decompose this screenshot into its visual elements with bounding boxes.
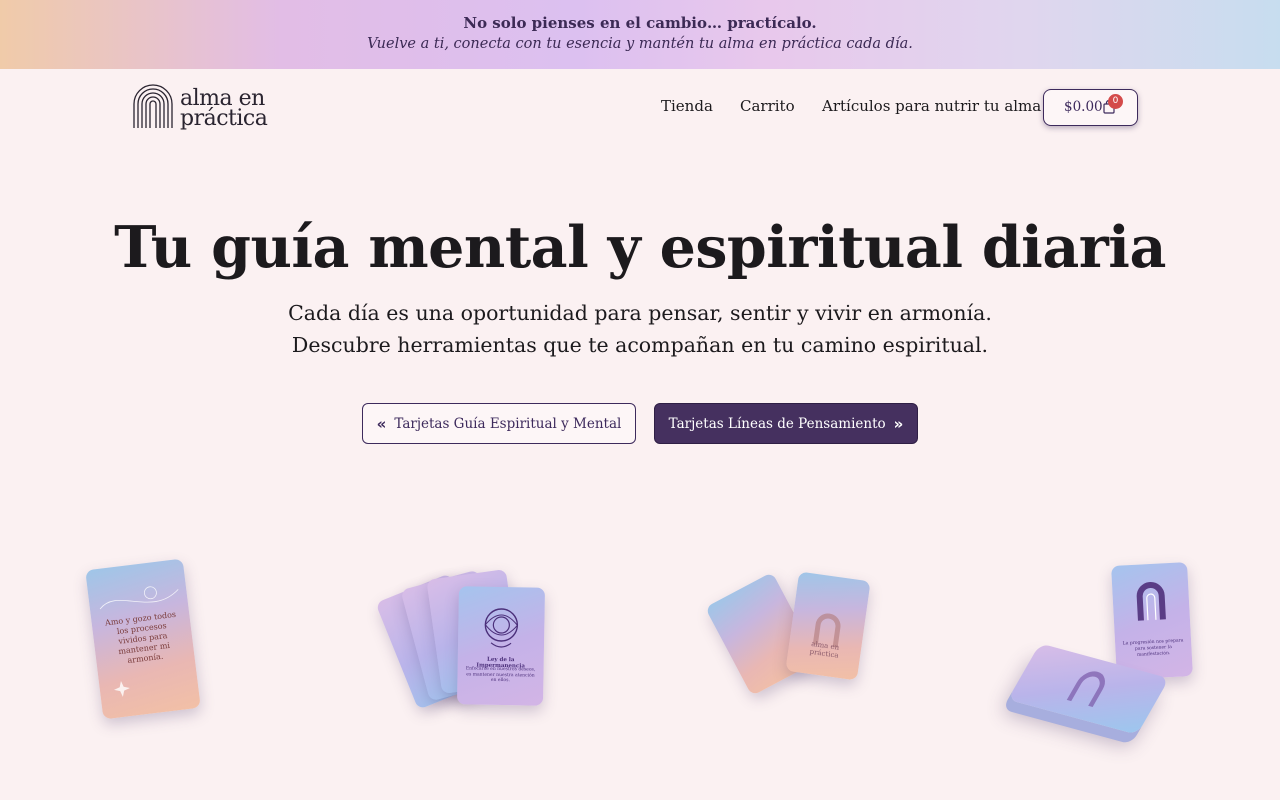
cart-button[interactable]: $0.00 0 <box>1043 89 1138 126</box>
double-chevron-left-icon: « <box>376 414 387 433</box>
card-illustration-3: alma en práctica <box>704 570 877 696</box>
fan-card-front: Ley de la Impermanencia Enfocarse en nue… <box>456 586 546 706</box>
affirmation-card: Amo y gozo todos los procesos vividos pa… <box>85 558 201 720</box>
logo-text-line2: práctica <box>180 106 268 131</box>
card-illustration-4: La progresión nos prepara para sostener … <box>1007 560 1200 735</box>
cart-amount: $0.00 <box>1064 99 1103 115</box>
guia-espiritual-button[interactable]: « Tarjetas Guía Espiritual y Mental <box>362 403 636 444</box>
nav-link-articulos[interactable]: Artículos para nutrir tu alma <box>822 97 1041 115</box>
announcement-headline: No solo pienses en el cambio… practícalo… <box>463 14 817 32</box>
lineas-pensamiento-button[interactable]: Tarjetas Líneas de Pensamiento » <box>654 403 918 444</box>
arch-logo-icon <box>133 84 173 128</box>
affirmation-card-text: Amo y gozo todos los procesos vividos pa… <box>104 609 177 666</box>
nav-link-carrito[interactable]: Carrito <box>740 97 795 115</box>
arch-logo-icon <box>1136 582 1166 621</box>
lineas-pensamiento-button-label: Tarjetas Líneas de Pensamiento <box>668 415 886 432</box>
mandala-icon <box>484 608 519 648</box>
announcement-bar: No solo pienses en el cambio… practícalo… <box>0 0 1280 69</box>
cart-count-badge: 0 <box>1108 94 1123 109</box>
hero-subtitle-line1: Cada día es una oportunidad para pensar,… <box>288 301 992 325</box>
card-illustration-1: Amo y gozo todos los procesos vividos pa… <box>85 558 201 720</box>
nav-link-tienda[interactable]: Tienda <box>661 97 713 115</box>
double-chevron-right-icon: » <box>893 414 904 433</box>
card-illustration-2: Ley de la Impermanencia Enfocarse en nue… <box>375 568 550 710</box>
hero-subtitle-line2: Descubre herramientas que te acompañan e… <box>291 333 989 357</box>
guia-espiritual-button-label: Tarjetas Guía Espiritual y Mental <box>394 415 622 432</box>
standing-card: La progresión nos prepara para sostener … <box>1111 562 1193 680</box>
pair-card-right: alma en práctica <box>785 571 871 681</box>
site-logo[interactable]: alma en práctica <box>132 82 272 132</box>
standing-card-text: La progresión nos prepara para sostener … <box>1122 638 1184 658</box>
fan-card-text: Enfocarse en nuestros deseos, es mantene… <box>465 666 536 684</box>
hero-title: Tu guía mental y espiritual diaria <box>114 214 1166 281</box>
announcement-tagline: Vuelve a ti, conecta con tu esencia y ma… <box>367 36 913 52</box>
